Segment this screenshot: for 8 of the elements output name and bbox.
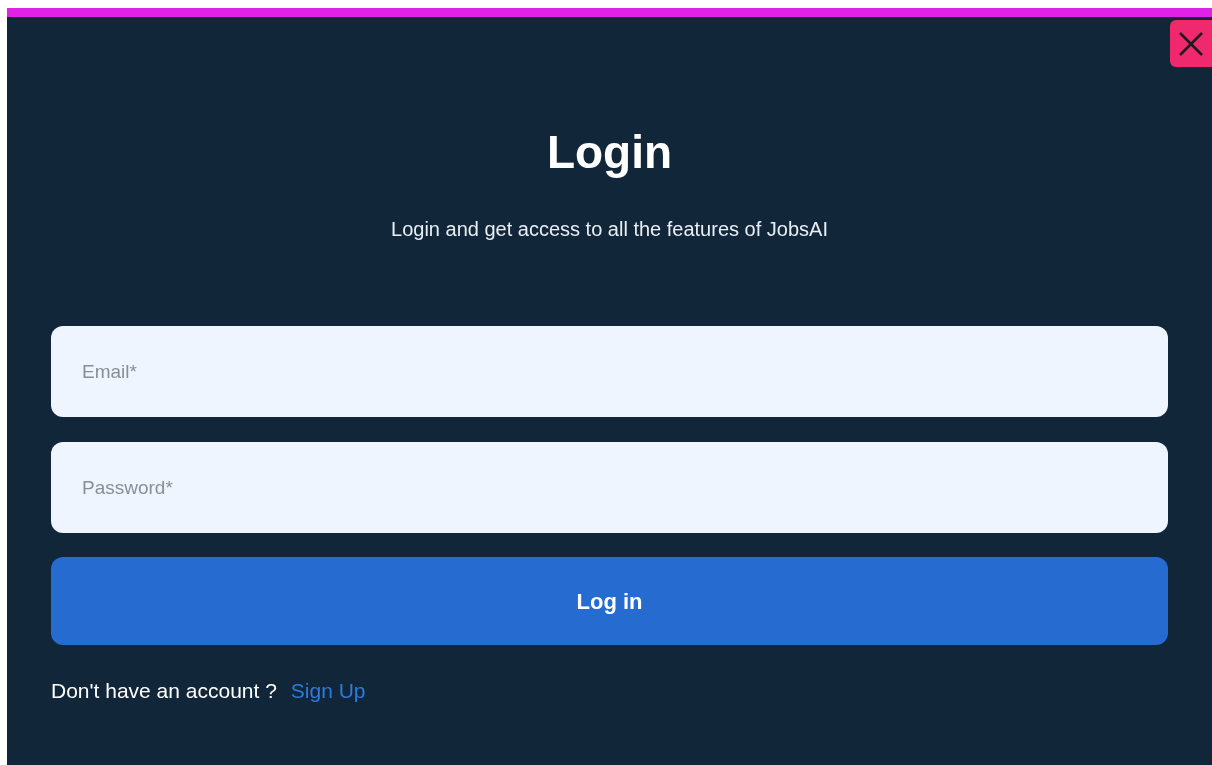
close-button[interactable] [1170, 20, 1212, 67]
dialog-subtitle: Login and get access to all the features of JobsAI [391, 219, 828, 239]
close-icon [1178, 30, 1204, 57]
signup-link[interactable]: Sign Up [290, 675, 366, 707]
footer-text: Don't have an account ? [51, 678, 277, 704]
input-field[interactable]: Password* [51, 442, 1168, 533]
login-button[interactable]: Log in [51, 557, 1168, 645]
input-field[interactable]: Email* [51, 326, 1168, 417]
